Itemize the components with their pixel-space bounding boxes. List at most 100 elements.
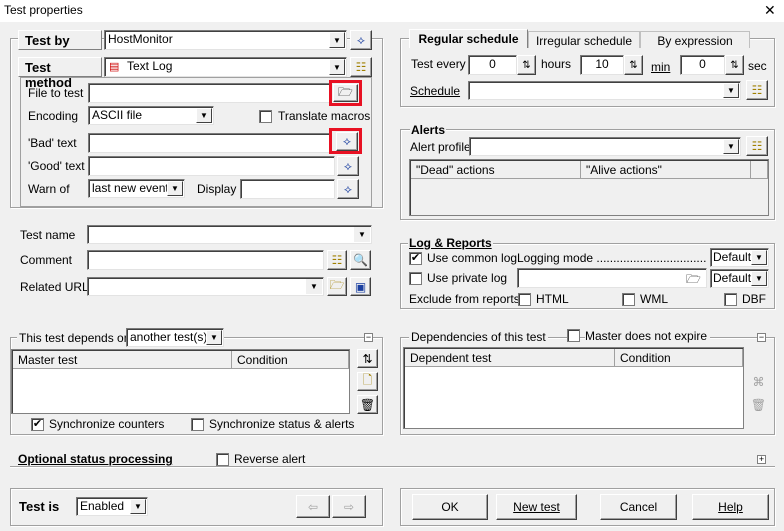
depends-select[interactable]: another test(s) ▼	[126, 328, 224, 347]
url-browser-button[interactable]: ▣	[350, 277, 371, 296]
schedule-tree-button[interactable]: ☷	[746, 80, 768, 100]
exclude-dbf-checkbox[interactable]	[724, 293, 737, 306]
book-icon: ⟡	[344, 181, 352, 196]
test-by-book-button[interactable]: ⟡	[350, 30, 372, 50]
private-log-mode-select[interactable]: Default ▼	[710, 269, 769, 288]
column-dependent-test[interactable]: Dependent test	[405, 349, 615, 367]
test-is-select[interactable]: Enabled ▼	[76, 497, 148, 516]
sort-arrows-icon: ⇅	[362, 351, 373, 366]
schedule-select[interactable]: ▼	[468, 81, 741, 100]
test-method-select[interactable]: ▤ Text Log ▼	[104, 57, 347, 77]
collapse-icon[interactable]: −	[757, 333, 766, 342]
comment-label: Comment	[20, 253, 73, 267]
logging-mode-select[interactable]: Default ▼	[710, 248, 769, 267]
test-method-value: Text Log	[127, 59, 173, 73]
test-by-value: HostMonitor	[108, 32, 173, 46]
exclude-html-label: HTML	[536, 292, 569, 306]
warn-of-select[interactable]: last new event ▼	[88, 179, 185, 198]
prev-test-button[interactable]: ⇦	[296, 495, 330, 518]
test-name-input[interactable]: ▼	[87, 225, 372, 244]
comment-input[interactable]	[87, 250, 324, 270]
master-not-expire-label: Master does not expire	[585, 329, 711, 343]
encoding-select[interactable]: ASCII file ▼	[88, 106, 214, 125]
close-icon[interactable]: ✕	[764, 2, 776, 19]
method-tree-button[interactable]: ☷	[350, 57, 372, 77]
dependency-network-button[interactable]: ⌘	[748, 372, 769, 391]
alert-tree-button[interactable]: ☷	[746, 136, 768, 156]
magnifier-icon: 🔍	[353, 253, 368, 267]
warn-of-value: last new event	[92, 181, 169, 195]
exclude-html-checkbox[interactable]	[518, 293, 531, 306]
good-text-book-button[interactable]: ⟡	[337, 156, 359, 176]
dependencies-title: Dependencies of this test	[409, 330, 548, 344]
private-log-mode-value: Default	[713, 271, 752, 285]
exclude-wml-checkbox[interactable]	[622, 293, 635, 306]
column-master-test[interactable]: Master test	[13, 351, 232, 369]
file-to-test-input[interactable]	[88, 83, 332, 103]
master-test-table[interactable]: Master test Condition	[11, 349, 350, 414]
folder-open-icon: 🗁	[338, 84, 353, 99]
optional-status-label[interactable]: Optional status processing	[18, 452, 177, 466]
sync-status-checkbox[interactable]	[191, 418, 204, 431]
ok-button[interactable]: OK	[412, 494, 488, 520]
warn-of-label: Warn of	[28, 182, 70, 196]
browse-file-button[interactable]: 🗁	[333, 84, 358, 102]
min-spinner[interactable]: ⇅	[624, 55, 643, 75]
folder-open-icon[interactable]: 🗁	[686, 270, 701, 291]
alert-actions-table[interactable]: "Dead" actions "Alive actions"	[409, 159, 769, 216]
column-alive-actions[interactable]: "Alive actions"	[581, 161, 751, 179]
sec-spinner[interactable]: ⇅	[725, 55, 744, 75]
column-condition[interactable]: Condition	[232, 351, 349, 369]
test-by-select[interactable]: HostMonitor ▼	[104, 30, 347, 50]
related-url-label: Related URL	[20, 280, 89, 294]
test-name-label: Test name	[20, 228, 76, 242]
tab-irregular-schedule[interactable]: Irregular schedule	[528, 31, 640, 48]
tree-icon: ☷	[751, 139, 763, 153]
chevron-down-icon: ▼	[329, 32, 345, 48]
hours-spinner[interactable]: ⇅	[517, 55, 536, 75]
column-dead-actions[interactable]: "Dead" actions	[411, 161, 581, 179]
comment-zoom-button[interactable]: 🔍	[350, 250, 371, 270]
log-title: Log & Reports	[408, 236, 493, 250]
column-condition[interactable]: Condition	[615, 349, 743, 367]
tab-by-expression[interactable]: By expression	[640, 31, 750, 48]
chevron-down-icon: ▼	[306, 279, 322, 294]
hours-input[interactable]: 0	[468, 55, 517, 75]
min-input[interactable]: 10	[580, 55, 624, 75]
use-private-log-checkbox[interactable]	[409, 272, 422, 285]
good-text-input[interactable]	[88, 156, 335, 176]
tab-regular-schedule[interactable]: Regular schedule	[409, 29, 528, 48]
dependent-test-table[interactable]: Dependent test Condition	[403, 347, 744, 429]
collapse-icon[interactable]: −	[364, 333, 373, 342]
private-log-input[interactable]	[517, 268, 707, 288]
tree-icon: ☷	[355, 60, 367, 74]
title-bar: Test properties ✕	[0, 0, 784, 22]
url-open-button[interactable]: 🗁	[327, 277, 347, 296]
translate-macros-checkbox[interactable]	[259, 110, 272, 123]
cancel-button[interactable]: Cancel	[600, 494, 677, 520]
delete-master-button[interactable]: 🗑	[357, 395, 378, 414]
help-button[interactable]: Help	[692, 494, 769, 520]
bad-text-input[interactable]	[88, 133, 332, 153]
chevron-down-icon: ▼	[206, 330, 222, 345]
related-url-input[interactable]: ▼	[87, 277, 324, 296]
sync-counters-checkbox[interactable]: ✔	[31, 418, 44, 431]
bad-text-book-button[interactable]: ⟡	[336, 132, 358, 151]
alert-profile-select[interactable]: ▼	[469, 137, 741, 156]
test-by-label: Test by	[18, 30, 102, 50]
reverse-alert-checkbox[interactable]	[216, 453, 229, 466]
master-not-expire-checkbox[interactable]	[567, 329, 580, 342]
new-master-button[interactable]: 🗋	[357, 372, 378, 391]
comment-tree-button[interactable]: ☷	[327, 250, 347, 270]
display-book-button[interactable]: ⟡	[337, 179, 359, 199]
sort-button[interactable]: ⇅	[357, 349, 378, 368]
arrow-left-icon: ⇦	[307, 499, 319, 514]
expand-icon[interactable]: +	[757, 455, 766, 464]
test-every-label: Test every	[411, 57, 466, 71]
sec-input[interactable]: 0	[680, 55, 725, 75]
next-test-button[interactable]: ⇨	[332, 495, 366, 518]
use-common-log-checkbox[interactable]: ✔	[409, 252, 422, 265]
delete-dependent-button[interactable]: 🗑	[748, 395, 769, 414]
display-input[interactable]	[240, 179, 335, 199]
new-test-button[interactable]: New test	[496, 494, 577, 520]
